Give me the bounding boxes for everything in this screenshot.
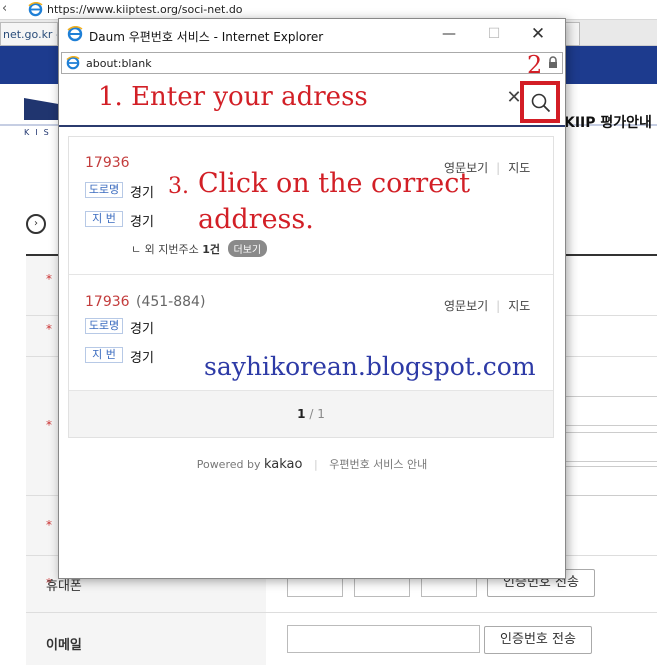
popup-footer: Powered by kakao | 우편번호 서비스 안내 bbox=[196, 457, 428, 472]
map-link[interactable]: 지도 bbox=[508, 161, 530, 175]
popup-url-text: about:blank bbox=[86, 57, 152, 70]
ie-icon bbox=[28, 1, 43, 20]
required-mark: * bbox=[46, 272, 52, 286]
required-mark: * bbox=[46, 518, 52, 532]
lock-icon bbox=[548, 56, 558, 72]
screen: ‹ https://www.kiiptest.org/soci-net.do n… bbox=[0, 0, 657, 665]
zipcode[interactable]: 17936 bbox=[85, 294, 130, 310]
result-links: 영문보기 | 지도 bbox=[444, 299, 531, 313]
kakao-logo: kakao bbox=[263, 457, 303, 472]
email-label: 이메일 bbox=[46, 638, 82, 653]
main-tab[interactable]: net.go.kr - bbox=[0, 22, 58, 46]
more-lot-text: ㄴ 외 지번주소 bbox=[131, 243, 199, 256]
service-guide-link[interactable]: 우편번호 서비스 안내 bbox=[329, 458, 427, 471]
search-icon bbox=[531, 93, 551, 113]
zipcode[interactable]: 17936 bbox=[85, 155, 130, 171]
lot-address[interactable]: 경기 bbox=[130, 211, 154, 230]
logo-letters: KIS bbox=[24, 128, 55, 137]
ie-icon bbox=[66, 55, 80, 73]
minimize-icon[interactable]: — bbox=[436, 23, 462, 45]
total-pages: 1 bbox=[317, 407, 325, 421]
header-nav-kiip[interactable]: KIIP 평가안내 bbox=[564, 112, 652, 132]
address-detail-input[interactable] bbox=[560, 432, 657, 462]
chevron-circle-icon: › bbox=[26, 214, 46, 234]
lot-address[interactable]: 경기 bbox=[130, 347, 154, 366]
address-input[interactable] bbox=[560, 396, 657, 426]
annotation-step-2: 2 bbox=[527, 51, 543, 79]
map-link[interactable]: 지도 bbox=[508, 299, 530, 313]
form-row-divider bbox=[26, 612, 657, 613]
old-zipcode: (451-884) bbox=[136, 294, 206, 310]
required-mark: * bbox=[46, 322, 52, 336]
main-address-bar[interactable]: ‹ https://www.kiiptest.org/soci-net.do bbox=[0, 0, 657, 20]
address-extra-input[interactable] bbox=[560, 466, 657, 496]
page-separator: / bbox=[309, 407, 314, 421]
more-button[interactable]: 더보기 bbox=[227, 240, 268, 257]
required-mark: * bbox=[46, 418, 52, 432]
main-url-text: https://www.kiiptest.org/soci-net.do bbox=[47, 3, 243, 16]
road-address-tag: 도로명 bbox=[85, 182, 123, 198]
more-lot-addresses: ㄴ 외 지번주소 1건 더보기 bbox=[131, 240, 268, 257]
more-lot-count: 1건 bbox=[202, 243, 220, 256]
email-input[interactable] bbox=[287, 625, 480, 653]
road-address-tag: 도로명 bbox=[85, 318, 123, 334]
annotation-step-3-line1: Click on the correct bbox=[198, 168, 471, 199]
popup-window-title: Daum 우편번호 서비스 - Internet Explorer bbox=[89, 30, 324, 44]
ie-icon bbox=[67, 25, 83, 45]
annotation-step-3-number: 3. bbox=[168, 174, 189, 199]
road-address[interactable]: 경기 bbox=[130, 318, 154, 337]
road-address[interactable]: 경기 bbox=[130, 182, 154, 201]
logo-mark bbox=[24, 98, 62, 120]
lot-address-tag: 지 번 bbox=[85, 211, 123, 227]
search-button-highlight[interactable] bbox=[520, 81, 560, 123]
popup-titlebar[interactable]: Daum 우편번호 서비스 - Internet Explorer — ☐ ✕ bbox=[59, 19, 565, 49]
maximize-icon[interactable]: ☐ bbox=[481, 23, 507, 45]
close-icon[interactable]: ✕ bbox=[525, 23, 551, 45]
powered-by-label: Powered by bbox=[196, 458, 261, 471]
lot-address-tag: 지 번 bbox=[85, 347, 123, 363]
current-page[interactable]: 1 bbox=[297, 407, 305, 421]
email-verify-button[interactable]: 인증번호 전송 bbox=[484, 626, 592, 654]
popup-address-bar[interactable]: about:blank bbox=[61, 52, 563, 74]
blog-watermark: sayhikorean.blogspot.com bbox=[204, 352, 536, 381]
back-arrow-icon[interactable]: ‹ bbox=[2, 1, 7, 16]
annotation-step-3-line2: address. bbox=[198, 204, 314, 235]
pagination: 1 / 1 bbox=[69, 390, 553, 437]
english-view-link[interactable]: 영문보기 bbox=[444, 299, 488, 313]
annotation-step-1: 1. Enter your adress bbox=[98, 82, 368, 112]
